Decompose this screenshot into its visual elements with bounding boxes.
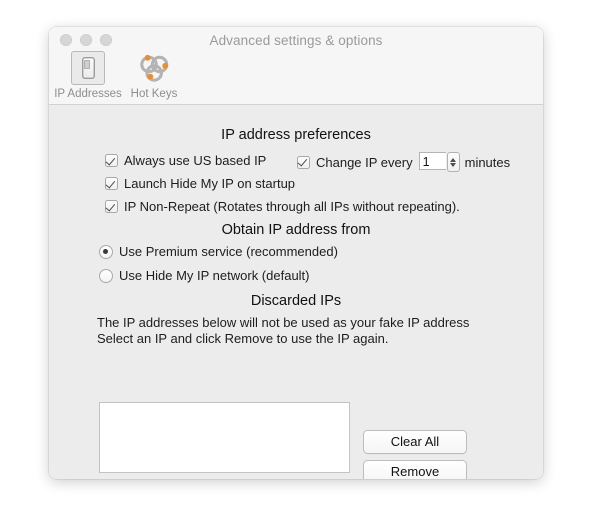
checkbox-box xyxy=(105,200,118,213)
toolbar-item-hot-keys[interactable]: Hot Keys xyxy=(123,50,185,100)
window-title: Advanced settings & options xyxy=(209,33,383,48)
checkbox-launch-on-startup[interactable]: Launch Hide My IP on startup xyxy=(105,176,295,191)
toolbar-item-label: IP Addresses xyxy=(54,88,122,100)
change-ip-input[interactable]: 1 xyxy=(418,152,446,170)
minutes-label: minutes xyxy=(464,154,511,170)
settings-window: Advanced settings & options IP Addresses xyxy=(49,27,543,479)
checkbox-always-us-ip[interactable]: Always use US based IP xyxy=(105,153,266,168)
checkbox-label: Always use US based IP xyxy=(124,153,267,168)
checkbox-box xyxy=(297,155,310,169)
ip-preferences-heading: IP address preferences xyxy=(221,127,371,143)
radio-label: Use Premium service (recommended) xyxy=(119,244,338,259)
window-titlebar: Advanced settings & options IP Addresses xyxy=(49,27,543,105)
radio-circle xyxy=(99,268,113,283)
stepper-arrows[interactable] xyxy=(446,152,460,172)
stepper-increment-icon[interactable] xyxy=(450,157,457,162)
settings-content: IP address preferences Always use US bas… xyxy=(49,105,543,479)
toolbar: IP Addresses Hot Keys xyxy=(54,50,185,100)
checkbox-box xyxy=(105,154,118,167)
discarded-ips-heading: Discarded IPs xyxy=(250,293,342,309)
discarded-description-line-2: Select an IP and click Remove to use the… xyxy=(97,331,389,346)
radio-circle xyxy=(99,244,113,259)
checkbox-label: Launch Hide My IP on startup xyxy=(124,176,296,191)
trefoil-knot-icon xyxy=(137,51,171,85)
stepper-decrement-icon[interactable] xyxy=(450,162,457,167)
obtain-ip-heading: Obtain IP address from xyxy=(221,222,371,238)
checkbox-label: Change IP every xyxy=(316,154,413,170)
discarded-ips-list[interactable] xyxy=(99,402,350,473)
toggle-switch-icon xyxy=(71,51,105,85)
remove-button[interactable]: Remove xyxy=(363,460,467,479)
toolbar-item-ip-addresses[interactable]: IP Addresses xyxy=(54,50,122,100)
clear-all-button[interactable]: Clear All xyxy=(363,430,467,454)
radio-hide-my-ip-network[interactable]: Use Hide My IP network (default) xyxy=(99,268,310,283)
change-ip-stepper[interactable]: 1 xyxy=(418,152,460,172)
checkbox-ip-non-repeat[interactable]: IP Non-Repeat (Rotates through all IPs w… xyxy=(105,199,460,214)
radio-label: Use Hide My IP network (default) xyxy=(119,268,310,283)
radio-premium-service[interactable]: Use Premium service (recommended) xyxy=(99,244,338,259)
toolbar-item-label: Hot Keys xyxy=(130,88,178,100)
checkbox-change-ip-every[interactable]: Change IP every 1 minutes xyxy=(297,152,510,172)
checkbox-box xyxy=(105,177,118,190)
discarded-description-line-1: The IP addresses below will not be used … xyxy=(97,315,470,330)
checkbox-label: IP Non-Repeat (Rotates through all IPs w… xyxy=(124,199,460,214)
